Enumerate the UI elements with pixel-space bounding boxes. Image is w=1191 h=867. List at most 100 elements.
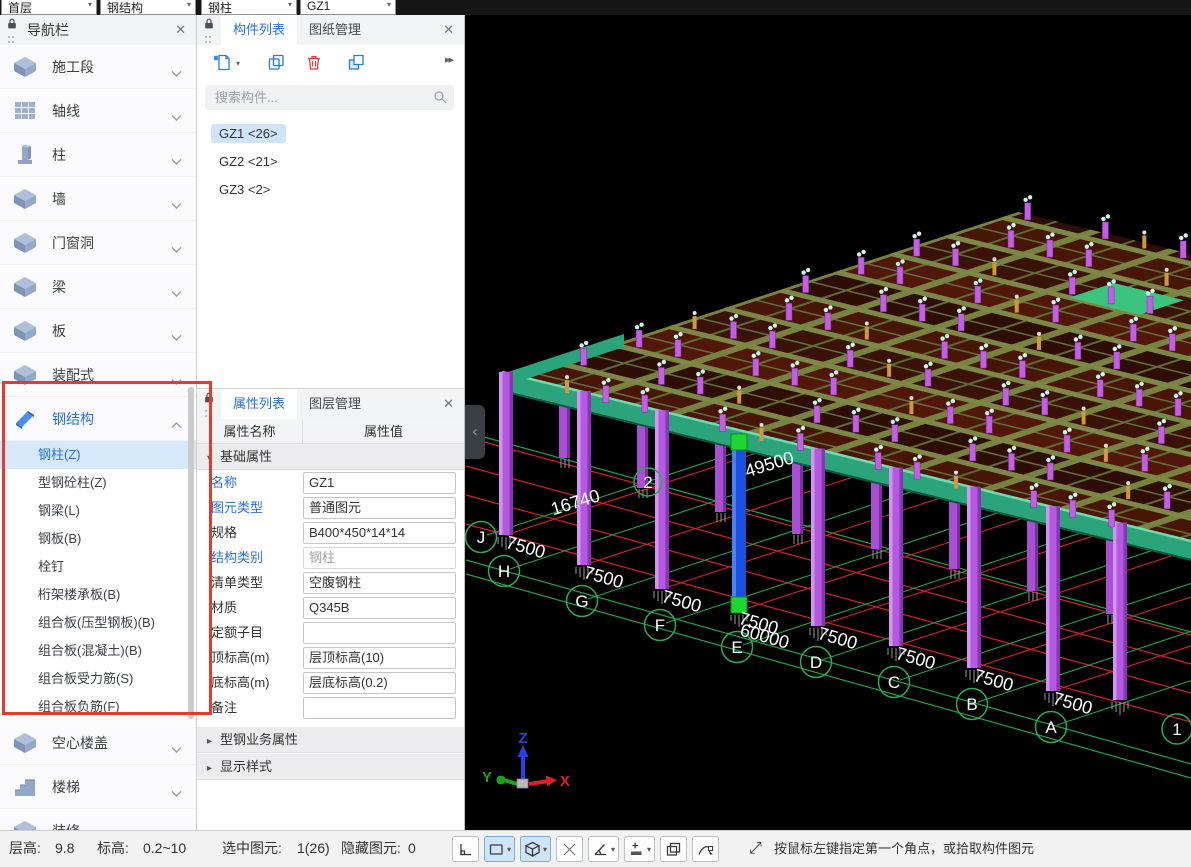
chevron-down-icon: [171, 328, 182, 346]
expand-toolbar-button[interactable]: ▸▸: [445, 53, 452, 66]
component-list-item-0[interactable]: GZ1 <26>: [211, 124, 286, 143]
arc-tool-button[interactable]: [692, 836, 719, 862]
sidebar-subitem-8[interactable]: 组合板受力筋(S): [0, 665, 196, 693]
close-icon[interactable]: ✕: [443, 15, 454, 45]
chevron-down-icon: ▾: [236, 59, 240, 68]
sidebar-item-9[interactable]: 空心楼盖: [0, 721, 196, 765]
sidebar-item-label: 施工段: [52, 57, 94, 77]
sidebar-item-8[interactable]: 钢结构: [0, 397, 196, 441]
property-value-input[interactable]: 钢柱: [303, 547, 456, 569]
3d-viewport[interactable]: JHGFEDCBA2175007500750075007500750075007…: [465, 15, 1191, 830]
close-icon[interactable]: ✕: [175, 15, 186, 45]
property-value-input[interactable]: 层底标高(0.2): [303, 672, 456, 694]
property-value-input[interactable]: [303, 622, 456, 644]
property-group-basic[interactable]: ▾基础属性: [197, 444, 464, 470]
search-input[interactable]: 搜索构件...: [205, 85, 454, 110]
tab-component-list[interactable]: 构件列表: [221, 15, 297, 45]
axis-grid-icon: [13, 100, 39, 122]
property-row-2: 规格B400*450*14*14: [197, 520, 464, 545]
lock-icon: [203, 17, 215, 30]
sidebar-item-10[interactable]: 楼梯: [0, 765, 196, 809]
property-value-input[interactable]: GZ1: [303, 472, 456, 494]
floor-selector[interactable]: 首层▾: [1, 0, 97, 15]
dimension-label: 7500: [504, 532, 548, 562]
property-row-3: 结构类别钢柱: [197, 545, 464, 570]
chevron-down-icon: [171, 240, 182, 258]
component-list-item-1[interactable]: GZ2 <21>: [211, 152, 286, 171]
property-group-steel-label: 型钢业务属性: [220, 732, 298, 747]
lock-icon[interactable]: [203, 391, 217, 418]
prefab-icon: [13, 364, 39, 386]
tab-property-list[interactable]: 属性列表: [221, 389, 297, 419]
property-name: 备注: [211, 695, 237, 720]
grip-top[interactable]: [731, 434, 747, 450]
gizmo-x-label: X: [560, 773, 570, 790]
sidebar-subitem-3[interactable]: 钢板(B): [0, 525, 196, 553]
new-component-button[interactable]: ▾: [213, 53, 240, 77]
tab-drawing-management[interactable]: 图纸管理: [297, 15, 373, 45]
sidebar-item-3[interactable]: 墙: [0, 177, 196, 221]
sidebar-item-1[interactable]: 轴线: [0, 89, 196, 133]
property-name: 底标高(m): [211, 670, 270, 695]
sidebar-subitem-6[interactable]: 组合板(压型钢板)(B): [0, 609, 196, 637]
application-window: 首层▾ 钢结构▾ 钢柱▾ GZ1▾ 导航栏 ✕ 施工段轴线柱墙门窗洞梁板装配式钢…: [0, 0, 1191, 867]
property-value-input[interactable]: 层顶标高(10): [303, 647, 456, 669]
delete-component-button[interactable]: [305, 53, 324, 77]
chevron-down-icon: ▾: [647, 845, 651, 854]
property-row-1: 图元类型普通图元: [197, 495, 464, 520]
tab-layer-management[interactable]: 图层管理: [297, 389, 373, 419]
sidebar-item-4[interactable]: 门窗洞: [0, 221, 196, 265]
batch-select-button[interactable]: [660, 836, 687, 862]
triangle-right-icon: ▸: [207, 729, 212, 755]
chevron-down-icon: [171, 108, 182, 126]
angle-tool-button[interactable]: ▾: [588, 836, 619, 862]
cross-select-button[interactable]: [556, 836, 583, 862]
sidebar-item-label: 柱: [52, 145, 66, 165]
layer-copy-button[interactable]: [347, 53, 366, 77]
property-value-input[interactable]: [303, 697, 456, 719]
copy-component-button[interactable]: [267, 53, 286, 77]
sidebar-subitem-5[interactable]: 桁架楼承板(B): [0, 581, 196, 609]
lock-icon[interactable]: [203, 17, 217, 44]
property-group-display[interactable]: ▸显示样式: [197, 754, 464, 780]
axis-bubble-label: 1: [1172, 720, 1181, 739]
property-value-input[interactable]: 普通图元: [303, 497, 456, 519]
sidebar-item-5[interactable]: 梁: [0, 265, 196, 309]
sidebar-item-0[interactable]: 施工段: [0, 45, 196, 89]
sidebar-subitem-1[interactable]: 型钢砼柱(Z): [0, 469, 196, 497]
axis-bubble-label: 2: [643, 473, 652, 492]
properties-panel-tabs: 属性列表 图层管理: [221, 389, 373, 419]
sidebar-subitem-9[interactable]: 组合板负筋(F): [0, 693, 196, 721]
rect-select-button[interactable]: ▾: [484, 836, 515, 862]
property-group-steel[interactable]: ▸ 型钢业务属性: [197, 727, 464, 753]
sidebar-item-11[interactable]: 装修: [0, 809, 196, 830]
element-selector[interactable]: GZ1▾: [300, 0, 396, 15]
snap-tool-button[interactable]: ▾: [624, 836, 655, 862]
property-value-input[interactable]: 空腹钢柱: [303, 572, 456, 594]
sidebar-subitem-0[interactable]: 钢柱(Z): [0, 441, 196, 469]
sidebar-subitem-7[interactable]: 组合板(混凝土)(B): [0, 637, 196, 665]
sidebar-item-2[interactable]: 柱: [0, 133, 196, 177]
component-property-panel: 构件列表 图纸管理 ✕ ▸▸ ▾ 搜索构件... GZ1 <26> GZ2 <21…: [197, 15, 465, 830]
property-value-input[interactable]: B400*450*14*14: [303, 522, 456, 544]
lock-icon[interactable]: [6, 17, 20, 44]
property-value-input[interactable]: Q345B: [303, 597, 456, 619]
property-row-0: 名称GZ1: [197, 470, 464, 495]
sidebar-scrollbar-thumb[interactable]: [188, 387, 194, 719]
view-3d-button[interactable]: ▾: [520, 836, 551, 862]
close-icon[interactable]: ✕: [443, 389, 454, 419]
sidebar-item-7[interactable]: 装配式: [0, 353, 196, 397]
sidebar-subitem-4[interactable]: 栓钉: [0, 553, 196, 581]
collapse-panel-tab[interactable]: ‹: [465, 405, 485, 459]
component-list-item-2[interactable]: GZ3 <2>: [211, 180, 278, 199]
type-selector[interactable]: 钢柱▾: [201, 0, 297, 15]
column-header-value: 属性值: [303, 419, 464, 444]
ortho-mode-button[interactable]: [452, 836, 479, 862]
sidebar-item-6[interactable]: 板: [0, 309, 196, 353]
sidebar-subitem-2[interactable]: 钢梁(L): [0, 497, 196, 525]
category-selector[interactable]: 钢结构▾: [100, 0, 196, 15]
dimension-label: 7500: [816, 623, 860, 653]
hidden-elements-value: 0: [408, 831, 416, 866]
sidebar-item-label: 门窗洞: [52, 233, 94, 253]
properties-table-header: 属性名称 属性值: [197, 419, 464, 444]
